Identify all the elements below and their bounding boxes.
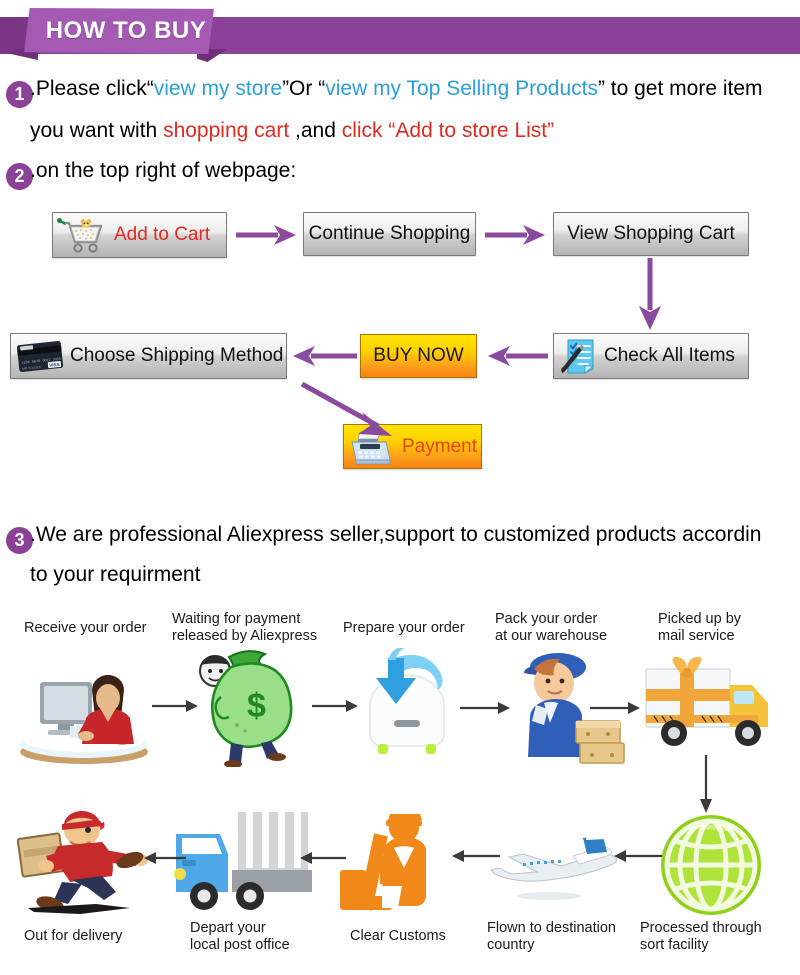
step-2-number-badge: 2 xyxy=(6,163,33,190)
process-label-pack-your-order: Pack your order at our warehouse xyxy=(495,611,608,644)
continue-shopping-button[interactable]: Continue Shopping xyxy=(303,212,476,256)
process-label-depart-local-post-office: Depart your local post office xyxy=(190,920,290,953)
process-arrow-right-3 xyxy=(460,702,510,714)
process-label-out-for-delivery: Out for delivery xyxy=(24,928,123,944)
page-title: HOW TO BUY xyxy=(45,17,207,44)
process-arrow-right-2 xyxy=(312,700,358,712)
customs-officer-icon xyxy=(340,814,426,911)
add-to-cart-button[interactable]: Add to Cart xyxy=(52,212,227,258)
process-label-receive-your-order: Receive your order xyxy=(24,620,147,636)
step-1-prefix: .Please click“ xyxy=(30,77,154,100)
process-arrow-left-1 xyxy=(614,850,662,862)
process-arrow-left-4 xyxy=(144,852,186,864)
process-arrow-right-1 xyxy=(152,700,198,712)
arrow-left-icon-1 xyxy=(488,346,548,366)
step-3-line-1: 3 .We are professional Aliexpress seller,… xyxy=(6,514,761,556)
process-arrow-right-4 xyxy=(590,702,640,714)
checklist-icon xyxy=(561,339,595,374)
buy-now-label: BUY NOW xyxy=(373,345,464,366)
arrow-right-icon-1 xyxy=(236,225,296,245)
airplane-icon xyxy=(490,833,618,900)
process-label-picked-up-by-mail: Picked up by mail service xyxy=(658,611,742,644)
step-1-number-badge: 1 xyxy=(6,81,33,108)
add-to-store-list-text: click “Add to store List” xyxy=(341,119,555,142)
process-label-flown-to-destination: Flown to destination country xyxy=(487,920,616,953)
payment-label: Payment xyxy=(402,435,477,457)
arrow-right-icon-2 xyxy=(485,225,545,245)
shopping-cart-text: shopping cart xyxy=(163,119,290,142)
view-my-store-link[interactable]: view my store xyxy=(154,77,282,100)
process-arrow-left-2 xyxy=(452,850,500,862)
person-at-computer-icon xyxy=(20,675,148,764)
svg-text:3456: 3456 xyxy=(53,357,61,362)
arrow-diagonal-down-right-icon xyxy=(300,382,392,436)
svg-text:5678: 5678 xyxy=(32,359,40,364)
svg-text:$: $ xyxy=(247,687,266,725)
view-shopping-cart-label: View Shopping Cart xyxy=(567,223,735,244)
view-top-selling-products-link[interactable]: view my Top Selling Products xyxy=(325,77,598,100)
check-all-items-label: Check All Items xyxy=(604,345,735,366)
choose-shipping-method-label: Choose Shipping Method xyxy=(70,345,284,366)
process-arrow-left-3 xyxy=(300,852,346,864)
green-globe-icon xyxy=(661,815,761,915)
process-label-prepare-your-order: Prepare your order xyxy=(343,620,465,636)
delivery-truck-gift-icon xyxy=(645,656,768,746)
arrow-left-icon-2 xyxy=(293,346,357,366)
process-label-waiting-for-payment: Waiting for payment released by Aliexpre… xyxy=(172,611,318,644)
step-3-text: .We are professional Aliexpress seller,s… xyxy=(30,523,762,546)
step-1-suffix: ” to get more item xyxy=(597,77,763,100)
step-1-line-1: 1 .Please click“view my store”Or “view my… xyxy=(6,68,763,110)
shopping-cart-icon xyxy=(57,218,103,253)
credit-card-icon: 1234 5678 9012 3456 VISA MR HOLDER xyxy=(17,341,64,372)
step-2-line: 2 .on the top right of webpage: xyxy=(6,150,296,192)
buy-now-button[interactable]: BUY NOW xyxy=(360,334,477,378)
choose-shipping-method-button[interactable]: 1234 5678 9012 3456 VISA MR HOLDER Choose … xyxy=(10,333,287,379)
step-1-line-2: you want with shopping cart ,and click “… xyxy=(30,110,554,152)
check-all-items-button[interactable]: Check All Items xyxy=(553,333,749,379)
step-3-number-badge: 3 xyxy=(6,527,33,554)
process-arrow-down-right xyxy=(700,755,712,813)
svg-text:1234: 1234 xyxy=(21,360,29,365)
step-1-line2-prefix: you want with xyxy=(30,119,164,142)
step-2-text: .on the top right of webpage: xyxy=(30,159,297,182)
money-bag-icon: $ xyxy=(199,650,293,767)
process-label-processed-sort-facility: Processed through sort facility xyxy=(640,920,762,953)
step-1-mid: ”Or “ xyxy=(282,77,326,100)
add-to-cart-label: Add to Cart xyxy=(114,224,211,245)
step-1-line2-mid: ,and xyxy=(289,119,342,142)
process-label-clear-customs: Clear Customs xyxy=(350,928,446,944)
page-header-banner: HOW TO BUY xyxy=(0,8,800,62)
arrow-down-icon xyxy=(639,258,661,330)
download-box-icon xyxy=(369,648,445,754)
step-3-line-2: to your requirment xyxy=(30,563,201,586)
view-shopping-cart-button[interactable]: View Shopping Cart xyxy=(553,212,749,256)
continue-shopping-label: Continue Shopping xyxy=(308,223,471,244)
